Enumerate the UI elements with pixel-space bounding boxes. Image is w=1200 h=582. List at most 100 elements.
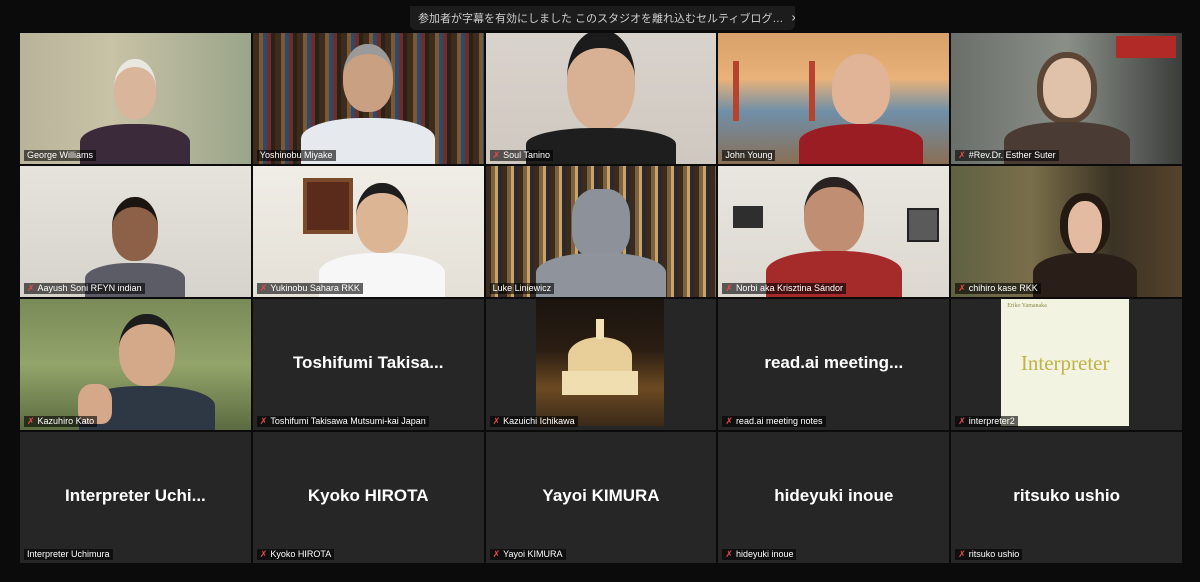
video-tile[interactable]: ✗ Kazuhiro Kato	[20, 299, 251, 430]
participant-display-name: Interpreter Uchi...	[65, 485, 206, 505]
video-tile[interactable]: Eriko Yamanaka Interpreter ✗ interpreter…	[951, 299, 1182, 430]
participant-name-label: John Young	[725, 150, 773, 160]
participant-name-label: interpreter2	[968, 416, 1015, 426]
video-tile[interactable]: ✗ Kazuichi Ichikawa	[485, 299, 717, 430]
participant-name: Luke Liniewicz	[489, 283, 555, 294]
dome-image	[535, 299, 664, 426]
participant-name-label: Luke Liniewicz	[492, 283, 552, 293]
participant-display-name: ritsuko ushio	[1013, 485, 1120, 505]
video-tile[interactable]: ✗ #Rev.Dr. Esther Suter	[951, 33, 1182, 164]
participant-name: ✗ Yukinobu Sahara RKK	[256, 283, 363, 294]
participant-name-label: Kyoko HIROTA	[270, 549, 332, 559]
video-tile[interactable]: John Young	[718, 33, 950, 164]
participant-name-label: Norbi aka Krisztina Sándor	[735, 283, 843, 293]
participant-video	[20, 166, 251, 297]
video-tile[interactable]: read.ai meeting... ✗ read.ai meeting not…	[718, 299, 950, 430]
microphone-muted-icon: ✗	[259, 416, 268, 426]
participant-video	[252, 166, 484, 297]
participant-video	[718, 166, 950, 297]
wall-frames	[733, 206, 764, 228]
microphone-muted-icon: ✗	[958, 416, 966, 426]
video-tile[interactable]: ✗ Soul Tanino	[485, 33, 717, 164]
microphone-muted-icon: ✗	[725, 283, 733, 293]
participant-video	[718, 33, 950, 164]
participant-name: ✗ Aayush Soni RFYN indian	[24, 283, 145, 294]
microphone-muted-icon: ✗	[492, 549, 501, 559]
video-tile[interactable]: Luke Liniewicz	[485, 166, 717, 297]
participant-name-label: Kazuichi Ichikawa	[503, 416, 575, 426]
participant-video	[20, 299, 251, 430]
microphone-muted-icon: ✗	[492, 416, 501, 426]
microphone-muted-icon: ✗	[259, 283, 268, 293]
video-tile[interactable]: George Williams	[20, 33, 251, 164]
participant-name: ✗ Kazuhiro Kato	[24, 416, 98, 427]
interpreter-card: Eriko Yamanaka Interpreter	[1001, 299, 1130, 426]
participant-display-name: Kyoko HIROTA	[307, 485, 429, 505]
participant-name-label: #Rev.Dr. Esther Suter	[968, 150, 1056, 160]
participant-video	[951, 166, 1182, 297]
wall-frames	[907, 208, 940, 242]
microphone-muted-icon: ✗	[27, 416, 35, 426]
microphone-muted-icon: ✗	[958, 549, 966, 559]
participant-name: Yoshinobu Miyake	[256, 150, 336, 161]
microphone-muted-icon: ✗	[725, 416, 733, 426]
video-tile[interactable]: Toshifumi Takisa... ✗ Toshifumi Takisawa…	[252, 299, 484, 430]
close-icon[interactable]: ×	[791, 11, 795, 25]
video-tile[interactable]: Yayoi KIMURA ✗ Yayoi KIMURA	[485, 432, 717, 563]
video-tile[interactable]: Kyoko HIROTA ✗ Kyoko HIROTA	[252, 432, 484, 563]
participant-name: ✗ Yayoi KIMURA	[489, 549, 566, 560]
participant-name-label: ritsuko ushio	[968, 549, 1020, 559]
participant-video	[485, 33, 717, 164]
participant-name-label: Yukinobu Sahara RKK	[270, 283, 360, 293]
participant-name: ✗ Norbi aka Krisztina Sándor	[722, 283, 846, 294]
participant-name-label: Soul Tanino	[503, 150, 551, 160]
participant-video	[252, 33, 484, 164]
participant-name: John Young	[722, 150, 776, 161]
participant-name: ✗ Kyoko HIROTA	[256, 549, 335, 560]
video-tile[interactable]: Interpreter Uchi... Interpreter Uchimura	[20, 432, 251, 563]
participant-video	[951, 33, 1182, 164]
participant-name-label: chihiro kase RKK	[968, 283, 1038, 293]
participant-name: ✗ read.ai meeting notes	[722, 416, 826, 427]
participant-video	[485, 299, 717, 430]
participant-name-label: Interpreter Uchimura	[27, 549, 110, 559]
participant-name: ✗ Soul Tanino	[489, 150, 554, 161]
participant-display-name: Toshifumi Takisa...	[292, 352, 444, 372]
participant-name: ✗ Kazuichi Ichikawa	[489, 416, 578, 427]
participant-name: ✗ hideyuki inoue	[722, 549, 797, 560]
participant-name: Interpreter Uchimura	[24, 549, 113, 560]
microphone-muted-icon: ✗	[958, 150, 966, 160]
participant-name-label: George Williams	[27, 150, 94, 160]
participant-name-label: Yoshinobu Miyake	[259, 150, 333, 160]
participant-name-label: Toshifumi Takisawa Mutsumi-kai Japan	[270, 416, 426, 426]
participant-name: ✗ #Rev.Dr. Esther Suter	[955, 150, 1059, 161]
participant-video	[485, 166, 717, 297]
microphone-muted-icon: ✗	[492, 150, 501, 160]
participant-name-label: read.ai meeting notes	[735, 416, 823, 426]
video-tile[interactable]: ✗ Yukinobu Sahara RKK	[252, 166, 484, 297]
participant-name: ✗ ritsuko ushio	[955, 549, 1023, 560]
video-tile[interactable]: ✗ Norbi aka Krisztina Sándor	[718, 166, 950, 297]
participant-name: ✗ Toshifumi Takisawa Mutsumi-kai Japan	[256, 416, 429, 427]
participant-name-label: Yayoi KIMURA	[503, 549, 563, 559]
video-tile[interactable]: hideyuki inoue ✗ hideyuki inoue	[718, 432, 950, 563]
banner-text: 参加者が字幕を有効にしました このスタジオを離れ込むセルティブログ…	[418, 13, 784, 25]
interpreter-card-title: Interpreter	[1020, 351, 1110, 375]
interpreter-card-subtitle: Eriko Yamanaka	[1007, 303, 1047, 309]
notification-banner: 参加者が字幕を有効にしました このスタジオを離れ込むセルティブログ… ×	[410, 6, 795, 30]
video-tile[interactable]: Yoshinobu Miyake	[252, 33, 484, 164]
video-tile[interactable]: ritsuko ushio ✗ ritsuko ushio	[951, 432, 1182, 563]
participant-name: George Williams	[24, 150, 97, 161]
video-tile[interactable]: ✗ Aayush Soni RFYN indian	[20, 166, 251, 297]
participant-video	[20, 33, 251, 164]
microphone-muted-icon: ✗	[27, 283, 35, 293]
gallery-view: George Williams Yoshinobu Miyake ✗ Soul …	[20, 33, 1182, 563]
microphone-muted-icon: ✗	[958, 283, 966, 293]
participant-name-label: hideyuki inoue	[735, 549, 794, 559]
microphone-muted-icon: ✗	[725, 549, 733, 559]
video-tile[interactable]: ✗ chihiro kase RKK	[951, 166, 1182, 297]
participant-name-label: Aayush Soni RFYN indian	[37, 283, 142, 293]
participant-display-name: Yayoi KIMURA	[542, 485, 660, 505]
participant-display-name: read.ai meeting...	[764, 352, 904, 372]
microphone-muted-icon: ✗	[259, 549, 268, 559]
